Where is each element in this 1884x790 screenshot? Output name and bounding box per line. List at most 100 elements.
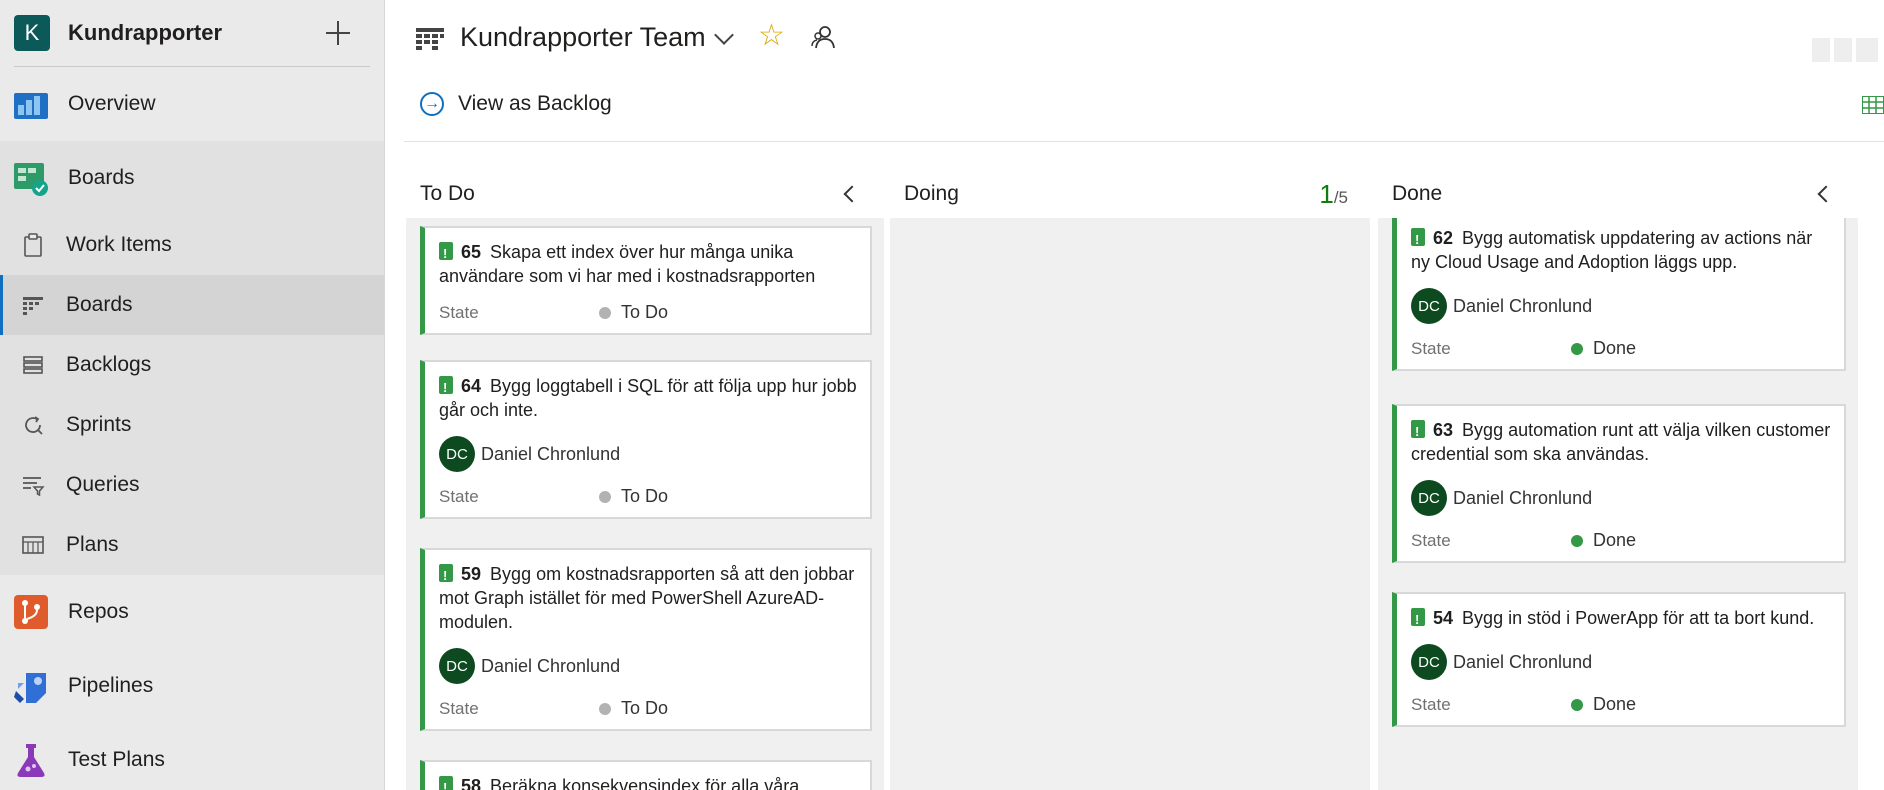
column-title: To Do bbox=[420, 182, 475, 205]
card-state-row: State Done bbox=[1411, 338, 1832, 359]
nav-plans-label: Plans bbox=[66, 533, 119, 556]
wip-max: /5 bbox=[1333, 187, 1348, 207]
card-title: 65 Skapa ett index över hur många unika … bbox=[439, 240, 858, 288]
nav-plans[interactable]: Plans bbox=[0, 515, 384, 575]
chevron-left-icon[interactable] bbox=[1817, 185, 1835, 203]
card-assignee[interactable]: DC Daniel Chronlund bbox=[1411, 288, 1832, 324]
project-header: K Kundrapporter bbox=[0, 0, 384, 66]
assignee-name: Daniel Chronlund bbox=[1453, 487, 1593, 508]
work-item-card[interactable]: 58 Beräkna konsekvensindex för alla våra bbox=[420, 760, 872, 790]
card-state-row: State To Do bbox=[439, 698, 858, 719]
card-id: 58 bbox=[461, 776, 482, 790]
card-id: 54 bbox=[1433, 608, 1454, 628]
nav-queries[interactable]: Queries bbox=[0, 455, 384, 515]
pipelines-icon bbox=[14, 673, 46, 703]
column-body: 62 Bygg automatisk uppdatering av action… bbox=[1378, 218, 1858, 790]
query-icon bbox=[23, 477, 45, 497]
nav-work-items[interactable]: Work Items bbox=[0, 215, 384, 275]
state-value[interactable]: To Do bbox=[621, 302, 668, 323]
board-grid-icon bbox=[23, 297, 43, 315]
state-value[interactable]: To Do bbox=[621, 486, 668, 507]
nav-backlogs[interactable]: Backlogs bbox=[0, 335, 384, 395]
state-value[interactable]: Done bbox=[1593, 694, 1636, 715]
nav-backlogs-label: Backlogs bbox=[66, 353, 152, 376]
column-body[interactable] bbox=[890, 218, 1370, 790]
product-backlog-item-icon bbox=[439, 776, 453, 790]
nav-sprints-label: Sprints bbox=[66, 413, 132, 436]
state-dot-icon bbox=[1571, 534, 1583, 547]
card-id: 59 bbox=[461, 564, 482, 584]
view-as-backlog-link[interactable]: → View as Backlog bbox=[420, 92, 612, 116]
nav-boards[interactable]: Boards bbox=[0, 141, 384, 215]
card-assignee[interactable]: DC Daniel Chronlund bbox=[1411, 480, 1832, 516]
nav-work-items-label: Work Items bbox=[66, 233, 172, 256]
nav-queries-label: Queries bbox=[66, 473, 140, 496]
plans-icon bbox=[22, 536, 44, 554]
board-settings-icon[interactable] bbox=[1862, 96, 1884, 114]
favorite-star-icon[interactable]: ☆ bbox=[758, 18, 785, 53]
state-dot-icon bbox=[1571, 342, 1583, 355]
placeholder-blocks bbox=[1812, 38, 1878, 62]
state-label: State bbox=[439, 302, 479, 322]
view-as-backlog-label: View as Backlog bbox=[458, 92, 612, 115]
work-item-card[interactable]: 65 Skapa ett index över hur många unika … bbox=[420, 226, 872, 335]
card-title: 62 Bygg automatisk uppdatering av action… bbox=[1411, 226, 1832, 274]
avatar: DC bbox=[1411, 288, 1447, 324]
nav-overview[interactable]: Overview bbox=[0, 67, 384, 141]
assignee-name: Daniel Chronlund bbox=[1453, 651, 1593, 672]
card-state-row: State Done bbox=[1411, 694, 1832, 715]
assignee-name: Daniel Chronlund bbox=[481, 443, 621, 464]
column-doing: Doing 1/5 bbox=[890, 170, 1370, 790]
card-id: 65 bbox=[461, 242, 482, 262]
state-value[interactable]: To Do bbox=[621, 698, 668, 719]
state-label: State bbox=[1411, 694, 1451, 714]
column-header: Doing 1/5 bbox=[890, 170, 1370, 218]
work-item-card[interactable]: 64 Bygg loggtabell i SQL för att följa u… bbox=[420, 360, 872, 519]
backlog-icon bbox=[23, 356, 43, 374]
avatar: DC bbox=[1411, 480, 1447, 516]
nav-test-plans[interactable]: Test Plans bbox=[0, 723, 384, 790]
column-header: To Do bbox=[406, 170, 884, 218]
state-value[interactable]: Done bbox=[1593, 338, 1636, 359]
column-header: Done bbox=[1378, 170, 1858, 218]
work-item-card[interactable]: 54 Bygg in stöd i PowerApp för att ta bo… bbox=[1392, 592, 1846, 727]
chevron-left-icon[interactable] bbox=[843, 185, 861, 203]
boards-icon bbox=[14, 163, 48, 196]
header-divider bbox=[404, 141, 1884, 142]
state-label: State bbox=[439, 698, 479, 718]
card-assignee[interactable]: DC Daniel Chronlund bbox=[1411, 644, 1832, 680]
project-avatar[interactable]: K bbox=[14, 15, 50, 51]
team-title[interactable]: Kundrapporter Team bbox=[460, 22, 706, 53]
card-assignee[interactable]: DC Daniel Chronlund bbox=[439, 436, 858, 472]
work-item-card[interactable]: 62 Bygg automatisk uppdatering av action… bbox=[1392, 218, 1846, 371]
chevron-down-icon[interactable] bbox=[714, 25, 734, 45]
nav-repos[interactable]: Repos bbox=[0, 575, 384, 649]
work-item-card[interactable]: 63 Bygg automation runt att välja vilken… bbox=[1392, 404, 1846, 563]
add-icon[interactable] bbox=[324, 19, 352, 47]
nav-pipelines-label: Pipelines bbox=[68, 674, 154, 697]
work-item-card[interactable]: 59 Bygg om kostnadsrapporten så att den … bbox=[420, 548, 872, 731]
card-state-row: State Done bbox=[1411, 530, 1832, 551]
state-value[interactable]: Done bbox=[1593, 530, 1636, 551]
avatar: DC bbox=[1411, 644, 1447, 680]
product-backlog-item-icon bbox=[1411, 420, 1425, 444]
nav-pipelines[interactable]: Pipelines bbox=[0, 649, 384, 723]
sprint-icon bbox=[25, 416, 43, 435]
nav-boards-sub-label: Boards bbox=[66, 293, 133, 316]
product-backlog-item-icon bbox=[1411, 228, 1425, 252]
column-title: Doing bbox=[904, 182, 959, 205]
project-name[interactable]: Kundrapporter bbox=[68, 20, 324, 46]
nav-sprints[interactable]: Sprints bbox=[0, 395, 384, 455]
nav-boards-sub[interactable]: Boards bbox=[0, 275, 384, 335]
card-title-text: Bygg loggtabell i SQL för att följa upp … bbox=[439, 376, 857, 420]
avatar: DC bbox=[439, 436, 475, 472]
team-members-icon[interactable] bbox=[810, 24, 836, 50]
card-assignee[interactable]: DC Daniel Chronlund bbox=[439, 648, 858, 684]
card-title: 63 Bygg automation runt att välja vilken… bbox=[1411, 418, 1832, 466]
card-title-text: Bygg om kostnadsrapporten så att den job… bbox=[439, 564, 855, 632]
card-title: 58 Beräkna konsekvensindex för alla våra bbox=[439, 774, 858, 790]
state-dot-icon bbox=[1571, 698, 1583, 711]
avatar: DC bbox=[439, 648, 475, 684]
state-label: State bbox=[439, 486, 479, 506]
card-title-text: Beräkna konsekvensindex för alla våra bbox=[490, 776, 800, 790]
